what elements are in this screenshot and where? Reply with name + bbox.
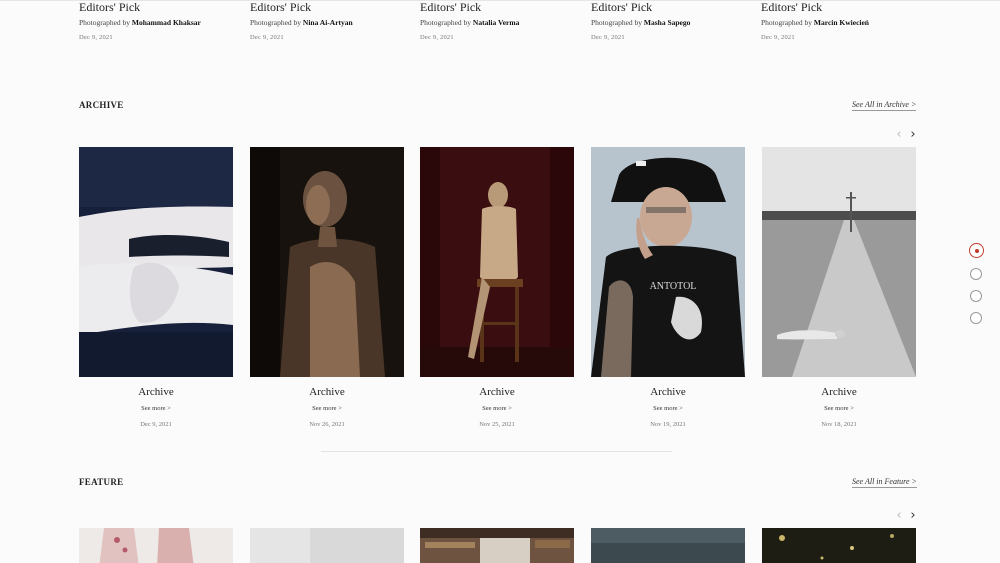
see-all-feature-link[interactable]: See All in Feature > [852,477,917,488]
photographer-name: Natalia Verma [472,18,520,27]
feature-photo[interactable] [420,528,574,563]
photo-dirt-road [762,147,916,377]
card-title[interactable]: Archive [420,386,574,398]
editors-pick-row: Editors' Pick Photographed by Mohammad K… [79,0,915,50]
photo-feature-legs [79,528,233,563]
section-dot[interactable] [970,290,982,302]
photographer-credit: Photographed by Marcin Kwiecień [761,18,916,27]
archive-photo[interactable] [250,147,404,377]
photographer-credit: Photographed by Masha Sapego [591,18,746,27]
post-date: Dec 9, 2021 [79,34,113,41]
section-dot-active[interactable] [969,243,984,258]
archive-card[interactable]: Archive See more > Nov 25, 2021 [420,147,574,428]
section-dot[interactable] [970,312,982,324]
section-dot[interactable] [970,268,982,280]
editors-pick-title[interactable]: Editors' Pick [761,0,916,14]
photo-feature-books [420,528,574,563]
archive-carousel-nav: ‹ › [893,128,921,141]
editors-pick-item[interactable]: Editors' Pick Photographed by Mohammad K… [79,0,234,41]
credit-prefix: Photographed by [79,18,131,27]
feature-carousel-nav: ‹ › [893,509,921,522]
feature-photo[interactable] [250,528,404,563]
card-date: Nov 26, 2021 [309,421,345,428]
photographer-name: Masha Sapego [643,18,691,27]
photographer-name: Marcin Kwiecień [813,18,869,27]
credit-prefix: Photographed by [761,18,813,27]
photo-feature-grey [250,528,404,563]
archive-photo[interactable] [762,147,916,377]
post-date: Dec 9, 2021 [591,34,625,41]
archive-photo[interactable]: ANTOTOL [591,147,745,377]
editors-pick-title[interactable]: Editors' Pick [79,0,234,14]
svg-text:ANTOTOL: ANTOTOL [650,281,697,292]
editors-pick-item[interactable]: Editors' Pick Photographed by Masha Sape… [591,0,746,41]
archive-card[interactable]: ANTOTOL Archive See more > Nov 19, 2021 [591,147,745,428]
card-date: Nov 19, 2021 [650,421,686,428]
editors-pick-item[interactable]: Editors' Pick Photographed by Nina Ai-Ar… [250,0,405,41]
photo-man-bucket-hat: ANTOTOL [591,147,745,377]
feature-photo[interactable] [79,528,233,563]
chevron-right-icon[interactable]: › [907,128,919,141]
card-title[interactable]: Archive [762,386,916,398]
feature-section-title: FEATURE [79,477,124,487]
chevron-right-icon[interactable]: › [907,509,919,522]
card-title[interactable]: Archive [79,386,233,398]
photo-portrait-shadow [250,147,404,377]
photo-reclining-figure [79,147,233,377]
see-more-link[interactable]: See more > [591,405,745,412]
card-date: Dec 9, 2021 [140,421,172,428]
photographer-credit: Photographed by Nina Ai-Artyan [250,18,405,27]
credit-prefix: Photographed by [420,18,472,27]
see-more-link[interactable]: See more > [762,405,916,412]
photo-feature-night [762,528,916,563]
photographer-name: Mohammad Khaksar [131,18,201,27]
photo-feature-teal [591,528,745,563]
archive-card[interactable]: Archive See more > Dec 9, 2021 [79,147,233,428]
editors-pick-title[interactable]: Editors' Pick [250,0,405,14]
post-date: Dec 9, 2021 [250,34,284,41]
card-title[interactable]: Archive [591,386,745,398]
editors-pick-item[interactable]: Editors' Pick Photographed by Marcin Kwi… [761,0,916,41]
feature-photo[interactable] [591,528,745,563]
see-more-link[interactable]: See more > [420,405,574,412]
card-date: Nov 25, 2021 [479,421,515,428]
archive-card[interactable]: Archive See more > Nov 18, 2021 [762,147,916,428]
feature-photo[interactable] [762,528,916,563]
photographer-credit: Photographed by Mohammad Khaksar [79,18,234,27]
see-more-link[interactable]: See more > [79,405,233,412]
editors-pick-item[interactable]: Editors' Pick Photographed by Natalia Ve… [420,0,575,41]
post-date: Dec 9, 2021 [420,34,454,41]
editors-pick-title[interactable]: Editors' Pick [420,0,575,14]
section-divider [321,451,672,452]
credit-prefix: Photographed by [250,18,302,27]
chevron-left-icon[interactable]: ‹ [893,128,905,141]
post-date: Dec 9, 2021 [761,34,795,41]
archive-section-title: ARCHIVE [79,100,124,110]
card-date: Nov 18, 2021 [821,421,857,428]
credit-prefix: Photographed by [591,18,643,27]
archive-photo[interactable] [420,147,574,377]
photographer-name: Nina Ai-Artyan [302,18,353,27]
archive-photo[interactable] [79,147,233,377]
photo-figure-stool [420,147,574,377]
photographer-credit: Photographed by Natalia Verma [420,18,575,27]
chevron-left-icon[interactable]: ‹ [893,509,905,522]
see-more-link[interactable]: See more > [250,405,404,412]
archive-card[interactable]: Archive See more > Nov 26, 2021 [250,147,404,428]
editors-pick-title[interactable]: Editors' Pick [591,0,746,14]
card-title[interactable]: Archive [250,386,404,398]
see-all-archive-link[interactable]: See All in Archive > [852,100,917,111]
